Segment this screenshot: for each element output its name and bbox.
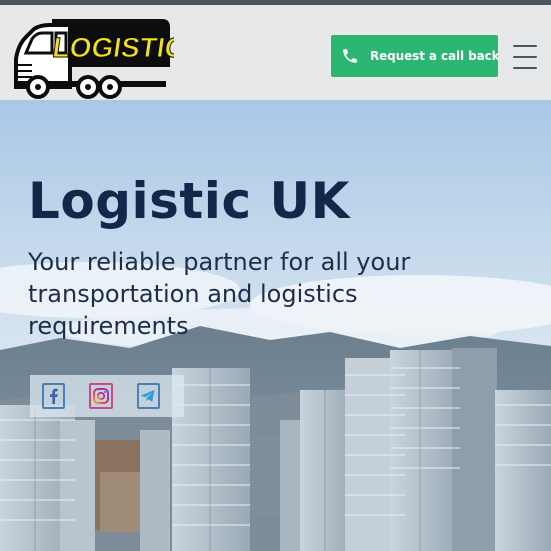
telegram-icon[interactable] xyxy=(136,383,160,409)
hero-subtitle-line: requirements xyxy=(28,312,189,340)
hero-subtitle-line: transportation and logistics xyxy=(28,280,358,308)
hero-title: Logistic UK xyxy=(28,172,350,230)
hamburger-menu-icon[interactable] xyxy=(511,39,539,71)
logo-text: LOGISTIC xyxy=(51,32,174,63)
hero-subtitle-line: Your reliable partner for all your xyxy=(28,248,411,276)
social-links xyxy=(30,375,184,417)
phone-icon xyxy=(341,47,359,65)
cta-label: Request a call back xyxy=(370,49,500,63)
site-header: LOGISTIC Request a call back xyxy=(0,5,551,100)
hero-subtitle: Your reliable partner for all your trans… xyxy=(28,246,448,342)
hero-section: Logistic UK Your reliable partner for al… xyxy=(0,100,551,551)
request-call-back-button[interactable]: Request a call back xyxy=(331,35,500,77)
instagram-icon[interactable] xyxy=(89,383,113,409)
logistic-truck-logo[interactable]: LOGISTIC xyxy=(12,11,174,99)
facebook-icon[interactable] xyxy=(42,383,66,409)
